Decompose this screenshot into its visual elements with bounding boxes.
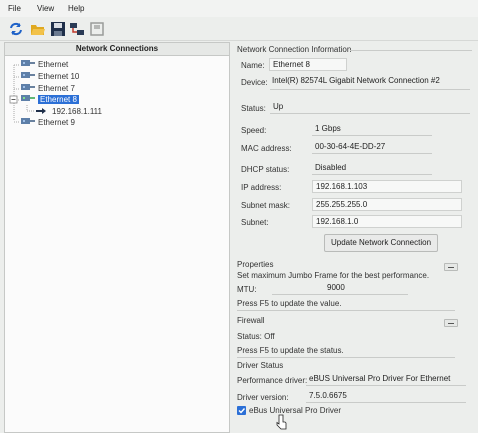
mtu-field[interactable]: 9000 bbox=[272, 282, 408, 295]
menu-file[interactable]: File bbox=[8, 4, 21, 13]
ip-address-field[interactable]: 192.168.1.103 bbox=[312, 180, 462, 193]
subnet-field[interactable]: 192.168.1.0 bbox=[312, 215, 462, 228]
device-value: Intel(R) 82574L Gigabit Network Connecti… bbox=[272, 76, 440, 85]
disabled-icon bbox=[89, 21, 105, 37]
network-adapter-icon bbox=[21, 117, 35, 126]
menu-view[interactable]: View bbox=[37, 4, 54, 13]
divider bbox=[237, 310, 455, 311]
speed-value: 1 Gbps bbox=[312, 123, 432, 136]
tree-item-ethernet-7[interactable]: Ethernet 7 bbox=[21, 83, 75, 94]
speed-label: Speed: bbox=[241, 126, 267, 135]
collapse-properties-button[interactable] bbox=[444, 263, 458, 271]
network-connections-pane: Network Connections Ethernet Ethernet 10… bbox=[4, 42, 230, 433]
update-network-connection-button[interactable]: Update Network Connection bbox=[324, 234, 438, 252]
driver-version-label: Driver version: bbox=[237, 393, 289, 402]
network-adapter-icon bbox=[21, 94, 35, 103]
properties-description: Set maximum Jumbo Frame for the best per… bbox=[237, 271, 430, 280]
name-label: Name: bbox=[241, 61, 265, 70]
open-folder-icon[interactable] bbox=[30, 21, 46, 37]
status-value: Up bbox=[270, 101, 470, 114]
mac-value: 00-30-64-4E-DD-27 bbox=[312, 141, 432, 154]
tree-item-ethernet-10[interactable]: Ethernet 10 bbox=[21, 71, 79, 82]
driver-version-value: 7.5.0.6675 bbox=[306, 390, 466, 403]
performance-driver-label: Performance driver: bbox=[237, 376, 308, 385]
firewall-section-title: Firewall bbox=[237, 316, 265, 325]
name-field[interactable]: Ethernet 8 bbox=[269, 58, 347, 71]
mtu-hint: Press F5 to update the value. bbox=[237, 299, 342, 308]
tree-item-ethernet-9[interactable]: Ethernet 9 bbox=[21, 117, 75, 128]
ip-label: IP address: bbox=[241, 183, 282, 192]
divider bbox=[237, 357, 455, 358]
network-adapter-icon bbox=[21, 59, 35, 68]
mouse-cursor-icon bbox=[276, 414, 287, 430]
network-icon[interactable] bbox=[69, 21, 85, 37]
status-label: Status: bbox=[241, 104, 266, 113]
mac-label: MAC address: bbox=[241, 144, 292, 153]
performance-driver-value: eBUS Universal Pro Driver For Ethernet bbox=[306, 373, 466, 386]
tree-item-ip-address[interactable]: 192.168.1.111 bbox=[35, 106, 102, 117]
refresh-icon[interactable] bbox=[8, 21, 24, 37]
driver-section-title: Driver Status bbox=[237, 361, 284, 370]
collapse-firewall-button[interactable] bbox=[444, 319, 458, 327]
network-adapter-icon bbox=[21, 71, 35, 80]
firewall-status: Status: Off bbox=[237, 332, 275, 341]
menu-help[interactable]: Help bbox=[68, 4, 84, 13]
divider bbox=[350, 50, 472, 51]
menu-bar: File View Help bbox=[0, 0, 478, 17]
tree-item-ethernet-8[interactable]: Ethernet 8 bbox=[21, 94, 79, 105]
save-icon[interactable] bbox=[50, 21, 66, 37]
subnet-mask-field[interactable]: 255.255.255.0 bbox=[312, 198, 462, 211]
ebus-driver-checkbox[interactable] bbox=[237, 406, 246, 415]
toolbar bbox=[0, 17, 478, 41]
info-section-title: Network Connection Information bbox=[237, 45, 352, 54]
divider bbox=[270, 89, 470, 90]
subnet-label: Subnet: bbox=[241, 218, 269, 227]
ip-address-icon bbox=[35, 106, 49, 115]
firewall-hint: Press F5 to update the status. bbox=[237, 346, 344, 355]
mask-label: Subnet mask: bbox=[241, 201, 290, 210]
device-label: Device: bbox=[241, 78, 268, 87]
mtu-label: MTU: bbox=[237, 285, 257, 294]
connection-info-pane: Network Connection Information Name: Eth… bbox=[232, 42, 478, 433]
network-adapter-icon bbox=[21, 83, 35, 92]
ebus-driver-checkbox-label[interactable]: eBus Universal Pro Driver bbox=[249, 406, 341, 415]
dhcp-value: Disabled bbox=[312, 162, 432, 175]
dhcp-label: DHCP status: bbox=[241, 165, 290, 174]
tree-item-ethernet[interactable]: Ethernet bbox=[21, 59, 68, 70]
properties-section-title: Properties bbox=[237, 260, 274, 269]
